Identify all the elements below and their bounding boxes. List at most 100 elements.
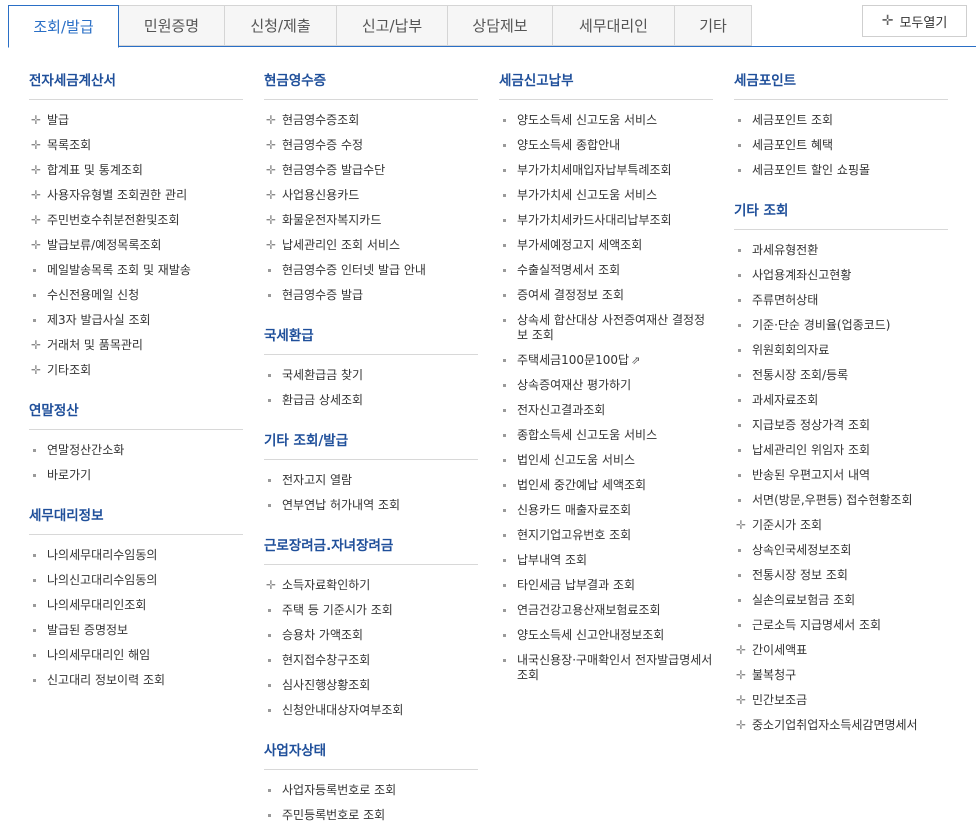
- menu-item[interactable]: 연금건강고용산재보험료조회: [499, 598, 713, 623]
- menu-item[interactable]: 국세환급금 찾기: [264, 363, 478, 388]
- menu-item[interactable]: 주택세금100문100답 ⇗: [499, 348, 713, 373]
- menu-item[interactable]: 타인세금 납부결과 조회: [499, 573, 713, 598]
- menu-item[interactable]: 세금포인트 혜택: [734, 133, 948, 158]
- menu-item[interactable]: 제3자 발급사실 조회: [29, 308, 243, 333]
- menu-item[interactable]: 수신전용메일 신청: [29, 283, 243, 308]
- menu-item[interactable]: ✛ 주민번호수취분전환및조회: [29, 208, 243, 233]
- menu-item[interactable]: 나의신고대리수임동의: [29, 568, 243, 593]
- menu-item[interactable]: ✛ 발급보류/예정목록조회: [29, 233, 243, 258]
- section-title[interactable]: 전자세금계산서: [29, 72, 243, 90]
- menu-item[interactable]: ✛ 현금영수증조회: [264, 108, 478, 133]
- menu-item[interactable]: 세금포인트 할인 쇼핑몰: [734, 158, 948, 183]
- menu-item[interactable]: 나의세무대리수임동의: [29, 543, 243, 568]
- section-title[interactable]: 세무대리정보: [29, 507, 243, 525]
- menu-item[interactable]: 납세관리인 위임자 조회: [734, 438, 948, 463]
- menu-item[interactable]: ✛ 중소기업취업자소득세감면명세서: [734, 713, 948, 738]
- section-title[interactable]: 현금영수증: [264, 72, 478, 90]
- menu-item[interactable]: ✛ 기타조회: [29, 358, 243, 383]
- menu-item[interactable]: 사업자등록번호로 조회: [264, 778, 478, 803]
- menu-item[interactable]: 내국신용장·구매확인서 전자발급명세서 조회: [499, 648, 713, 688]
- menu-item[interactable]: 기준·단순 경비율(업종코드): [734, 313, 948, 338]
- menu-item[interactable]: 신용카드 매출자료조회: [499, 498, 713, 523]
- menu-item[interactable]: 전자고지 열람: [264, 468, 478, 493]
- menu-item[interactable]: 현지접수창구조회: [264, 648, 478, 673]
- menu-item[interactable]: ✛ 사업용신용카드: [264, 183, 478, 208]
- section-title[interactable]: 기타 조회/발급: [264, 432, 478, 450]
- menu-item[interactable]: 전통시장 조회/등록: [734, 363, 948, 388]
- menu-item[interactable]: 세금포인트 조회: [734, 108, 948, 133]
- tab-0[interactable]: 조회/발급: [8, 5, 119, 48]
- tab-4[interactable]: 상담제보: [448, 5, 553, 46]
- menu-item[interactable]: 과세유형전환: [734, 238, 948, 263]
- menu-item[interactable]: 주택 등 기준시가 조회: [264, 598, 478, 623]
- menu-item[interactable]: 상속인국세정보조회: [734, 538, 948, 563]
- menu-item[interactable]: 연말정산간소화: [29, 438, 243, 463]
- menu-item[interactable]: 바로가기: [29, 463, 243, 488]
- menu-item[interactable]: 환급금 상세조회: [264, 388, 478, 413]
- menu-item[interactable]: 부가가치세 신고도움 서비스: [499, 183, 713, 208]
- section-title[interactable]: 근로장려금.자녀장려금: [264, 537, 478, 555]
- menu-item[interactable]: ✛ 목록조회: [29, 133, 243, 158]
- menu-item[interactable]: 위원회회의자료: [734, 338, 948, 363]
- menu-item[interactable]: 지급보증 정상가격 조회: [734, 413, 948, 438]
- menu-item[interactable]: 나의세무대리인 해임: [29, 643, 243, 668]
- menu-item[interactable]: 신고대리 정보이력 조회: [29, 668, 243, 693]
- menu-item[interactable]: 부가가치세매입자납부특례조회: [499, 158, 713, 183]
- menu-item[interactable]: 전자신고결과조회: [499, 398, 713, 423]
- menu-item[interactable]: ✛ 납세관리인 조회 서비스: [264, 233, 478, 258]
- menu-item[interactable]: 주류면허상태: [734, 288, 948, 313]
- menu-item[interactable]: ✛ 소득자료확인하기: [264, 573, 478, 598]
- menu-item[interactable]: 신청안내대상자여부조회: [264, 698, 478, 723]
- menu-item[interactable]: ✛ 간이세액표: [734, 638, 948, 663]
- tab-1[interactable]: 민원증명: [119, 5, 225, 46]
- menu-item[interactable]: ✛ 거래처 및 품목관리: [29, 333, 243, 358]
- section-title[interactable]: 사업자상태: [264, 742, 478, 760]
- menu-item[interactable]: 승용차 가액조회: [264, 623, 478, 648]
- section-title[interactable]: 연말정산: [29, 402, 243, 420]
- menu-item[interactable]: ✛ 현금영수증 발급수단: [264, 158, 478, 183]
- menu-item[interactable]: 사업용계좌신고현황: [734, 263, 948, 288]
- tab-6[interactable]: 기타: [675, 5, 752, 46]
- menu-item[interactable]: 법인세 신고도움 서비스: [499, 448, 713, 473]
- menu-item[interactable]: 상속세 합산대상 사전증여재산 결정정보 조회: [499, 308, 713, 348]
- menu-item[interactable]: ✛ 현금영수증 수정: [264, 133, 478, 158]
- section-title[interactable]: 기타 조회: [734, 202, 948, 220]
- menu-item[interactable]: 반송된 우편고지서 내역: [734, 463, 948, 488]
- menu-item[interactable]: 양도소득세 신고안내정보조회: [499, 623, 713, 648]
- menu-item[interactable]: 현금영수증 인터넷 발급 안내: [264, 258, 478, 283]
- menu-item[interactable]: ✛ 불복청구: [734, 663, 948, 688]
- menu-item[interactable]: ✛ 합계표 및 통계조회: [29, 158, 243, 183]
- menu-item[interactable]: 나의세무대리인조회: [29, 593, 243, 618]
- menu-item[interactable]: 현금영수증 발급: [264, 283, 478, 308]
- menu-item[interactable]: 근로소득 지급명세서 조회: [734, 613, 948, 638]
- menu-item[interactable]: 발급된 증명정보: [29, 618, 243, 643]
- menu-item[interactable]: 상속증여재산 평가하기: [499, 373, 713, 398]
- tab-3[interactable]: 신고/납부: [337, 5, 448, 46]
- menu-item[interactable]: 종합소득세 신고도움 서비스: [499, 423, 713, 448]
- section-title[interactable]: 국세환급: [264, 327, 478, 345]
- menu-item[interactable]: 실손의료보험금 조회: [734, 588, 948, 613]
- menu-item[interactable]: 현지기업고유번호 조회: [499, 523, 713, 548]
- menu-item[interactable]: ✛ 민간보조금: [734, 688, 948, 713]
- menu-item[interactable]: 서면(방문,우편등) 접수현황조회: [734, 488, 948, 513]
- menu-item[interactable]: 심사진행상황조회: [264, 673, 478, 698]
- menu-item[interactable]: 메일발송목록 조회 및 재발송: [29, 258, 243, 283]
- menu-item[interactable]: 수출실적명세서 조회: [499, 258, 713, 283]
- menu-item[interactable]: 전통시장 정보 조회: [734, 563, 948, 588]
- menu-item[interactable]: 부가세예정고지 세액조회: [499, 233, 713, 258]
- menu-item[interactable]: 연부연납 허가내역 조회: [264, 493, 478, 518]
- tab-2[interactable]: 신청/제출: [225, 5, 337, 46]
- section-title[interactable]: 세금신고납부: [499, 72, 713, 90]
- menu-item[interactable]: ✛ 화물운전자복지카드: [264, 208, 478, 233]
- menu-item[interactable]: ✛ 발급: [29, 108, 243, 133]
- menu-item[interactable]: 증여세 결정정보 조회: [499, 283, 713, 308]
- menu-item[interactable]: 과세자료조회: [734, 388, 948, 413]
- tab-5[interactable]: 세무대리인: [553, 5, 675, 46]
- menu-item[interactable]: 법인세 중간예납 세액조회: [499, 473, 713, 498]
- expand-all-button[interactable]: ✛ 모두열기: [862, 5, 967, 37]
- menu-item[interactable]: ✛ 사용자유형별 조회권한 관리: [29, 183, 243, 208]
- section-title[interactable]: 세금포인트: [734, 72, 948, 90]
- menu-item[interactable]: 양도소득세 종합안내: [499, 133, 713, 158]
- menu-item[interactable]: ✛ 기준시가 조회: [734, 513, 948, 538]
- menu-item[interactable]: 주민등록번호로 조회: [264, 803, 478, 828]
